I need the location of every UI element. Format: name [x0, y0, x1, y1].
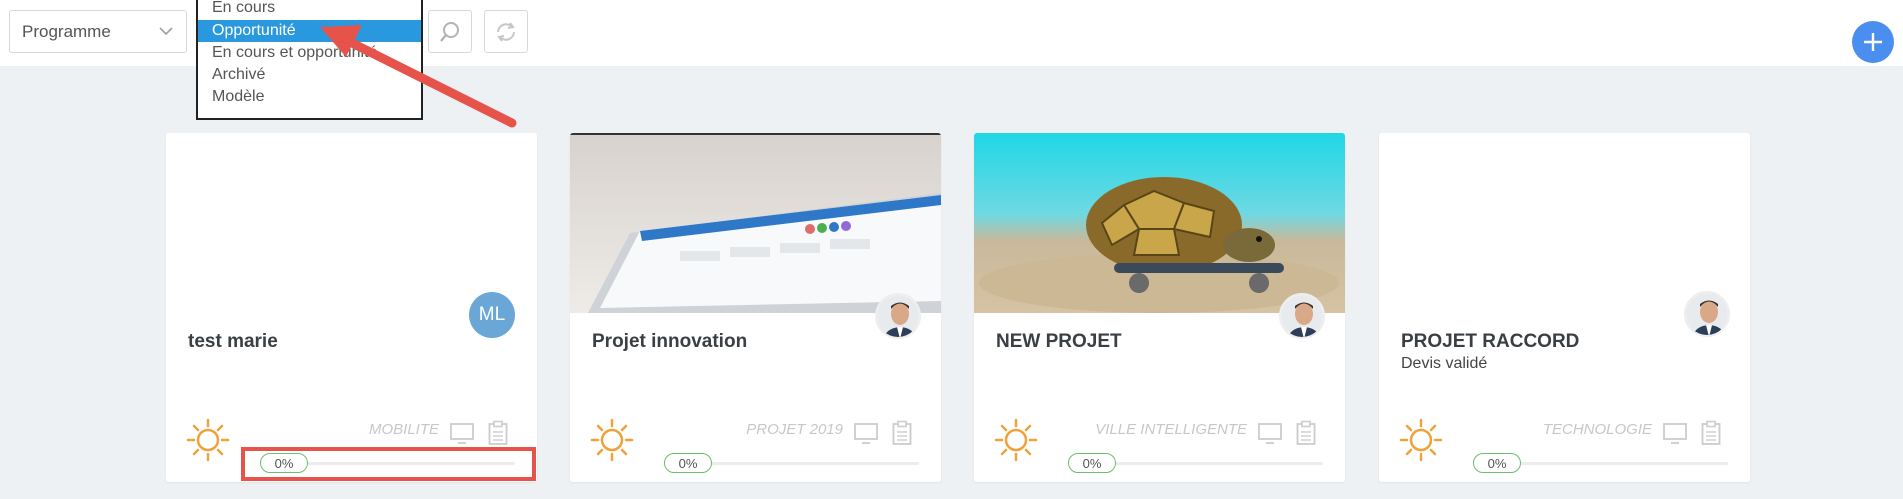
avatar: [1684, 291, 1730, 337]
add-project-button[interactable]: [1852, 21, 1894, 63]
card-title: PROJET RACCORD: [1401, 331, 1580, 352]
progress-label: 0%: [1068, 453, 1116, 473]
progress-bar: 0%: [664, 453, 919, 473]
card-title: Projet innovation: [592, 331, 748, 352]
program-select-value: Programme: [22, 21, 111, 41]
avatar: [875, 293, 921, 339]
card-subtitle: Devis validé: [1401, 355, 1488, 372]
project-card[interactable]: ML test marie MOBILITE 0%: [166, 133, 537, 482]
progress-label: 0%: [1473, 453, 1521, 473]
card-tag: MOBILITE: [368, 421, 439, 438]
clipboard-icon[interactable]: [892, 420, 912, 446]
chevron-down-icon: [159, 27, 173, 36]
monitor-icon[interactable]: [854, 421, 878, 445]
clipboard-icon[interactable]: [1296, 420, 1316, 446]
progress-bar: 0%: [1068, 453, 1323, 473]
sun-icon: [1399, 418, 1443, 462]
avatar: [1279, 293, 1325, 339]
sun-icon: [186, 418, 230, 462]
project-card[interactable]: PROJET RACCORD Devis validé TECHNOLOGIE …: [1379, 133, 1750, 482]
card-title: test marie: [188, 331, 278, 352]
progress-bar: 0%: [1473, 453, 1728, 473]
program-select[interactable]: Programme: [9, 10, 187, 53]
clipboard-icon[interactable]: [488, 420, 508, 446]
card-image: [570, 133, 941, 313]
monitor-icon[interactable]: [1663, 421, 1687, 445]
sun-icon: [994, 418, 1038, 462]
project-card[interactable]: Projet innovation PROJET 2019 0%: [570, 133, 941, 482]
card-image: [974, 133, 1345, 313]
monitor-icon[interactable]: [1258, 421, 1282, 445]
annotation-highlight-box: [241, 447, 536, 481]
progress-label: 0%: [664, 453, 712, 473]
monitor-icon[interactable]: [450, 421, 474, 445]
annotation-arrow: [320, 25, 517, 128]
plus-icon: [1864, 33, 1882, 51]
card-tag: VILLE INTELLIGENTE: [1095, 421, 1247, 438]
avatar: ML: [469, 292, 515, 338]
card-title: NEW PROJET: [996, 331, 1122, 352]
card-tag: PROJET 2019: [746, 421, 843, 438]
clipboard-icon[interactable]: [1701, 420, 1721, 446]
project-card[interactable]: NEW PROJET VILLE INTELLIGENTE 0%: [974, 133, 1345, 482]
sun-icon: [590, 418, 634, 462]
card-tag: TECHNOLOGIE: [1542, 421, 1652, 438]
